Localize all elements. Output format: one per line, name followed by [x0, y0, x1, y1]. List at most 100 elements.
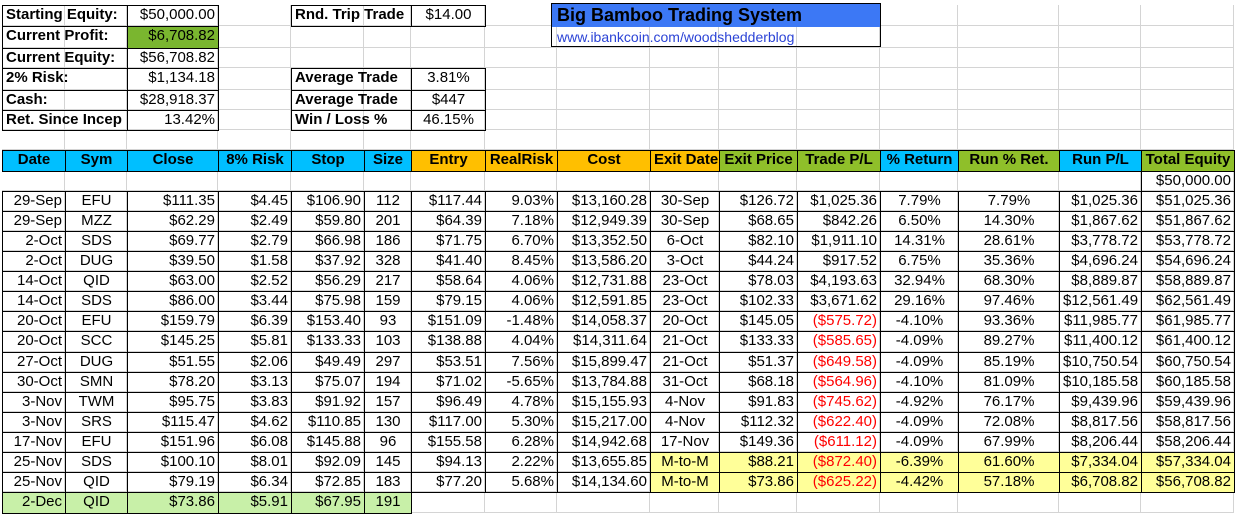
table-cell[interactable]: $153.40	[291, 311, 365, 332]
table-cell[interactable]: 25-Nov	[2, 452, 66, 473]
grid-cell[interactable]	[1141, 26, 1234, 48]
summary-label[interactable]: Current Equity:	[2, 48, 128, 69]
table-cell[interactable]: $68.18	[719, 372, 798, 393]
table-cell[interactable]: $5.81	[218, 331, 292, 353]
table-cell[interactable]: ($575.72)	[797, 311, 881, 332]
grid-cell[interactable]	[557, 171, 650, 191]
table-cell[interactable]: $12,591.85	[557, 291, 651, 312]
grid-cell[interactable]	[485, 26, 557, 48]
table-cell[interactable]: EFU	[65, 311, 128, 332]
grid-cell[interactable]	[557, 68, 650, 90]
table-cell[interactable]: 3-Oct	[650, 251, 720, 272]
table-cell[interactable]: $75.07	[291, 372, 365, 393]
table-cell[interactable]: 159	[364, 291, 412, 312]
table-cell[interactable]: $100.10	[127, 452, 219, 473]
table-cell[interactable]: $2.49	[218, 211, 292, 232]
grid-cell[interactable]	[291, 130, 364, 150]
grid-cell[interactable]	[797, 48, 880, 68]
table-cell[interactable]: $58,206.44	[1141, 432, 1235, 453]
grid-cell[interactable]	[485, 110, 557, 130]
table-cell[interactable]: $110.85	[291, 412, 365, 433]
table-cell[interactable]: $1.58	[218, 251, 292, 272]
table-cell[interactable]: $2.52	[218, 271, 292, 292]
table-cell[interactable]: $79.19	[127, 472, 219, 493]
table-cell[interactable]: $69.77	[127, 231, 219, 252]
summary-value[interactable]: $1,134.18	[127, 68, 219, 91]
table-cell[interactable]: $71.02	[411, 372, 486, 393]
table-cell[interactable]: $82.10	[719, 231, 798, 252]
table-cell[interactable]: SDS	[65, 452, 128, 473]
table-cell[interactable]: SMN	[65, 372, 128, 393]
table-cell[interactable]: $63.00	[127, 271, 219, 292]
table-cell[interactable]: ($745.62)	[797, 392, 881, 413]
table-cell[interactable]: EFU	[65, 191, 128, 212]
grid-cell[interactable]	[880, 5, 958, 26]
table-cell[interactable]: 4-Nov	[650, 412, 720, 433]
table-cell[interactable]: -6.39%	[880, 452, 959, 473]
table-cell[interactable]: 145	[364, 452, 412, 473]
table-cell[interactable]: 28.61%	[958, 231, 1060, 252]
grid-cell[interactable]	[650, 68, 719, 90]
grid-cell[interactable]	[1141, 90, 1234, 110]
table-cell[interactable]: $117.44	[411, 191, 486, 212]
grid-cell[interactable]	[364, 48, 411, 68]
table-cell[interactable]: $10,750.54	[1059, 352, 1142, 373]
summary-value[interactable]: $28,918.37	[127, 90, 219, 111]
grid-cell[interactable]	[1059, 130, 1141, 150]
table-cell[interactable]: 14-Oct	[2, 271, 66, 292]
table-cell[interactable]: $3.44	[218, 291, 292, 312]
table-cell[interactable]: $11,985.77	[1059, 311, 1142, 332]
table-cell[interactable]: M-to-M	[650, 452, 720, 473]
table-cell[interactable]: 201	[364, 211, 412, 232]
table-cell[interactable]: $57,334.04	[1141, 452, 1235, 473]
summary-label[interactable]: Ret. Since Incep	[2, 110, 128, 131]
grid-cell[interactable]	[557, 130, 650, 150]
summary-value[interactable]: 3.81%	[411, 68, 486, 91]
table-cell[interactable]: 23-Oct	[650, 291, 720, 312]
grid-cell[interactable]	[411, 171, 485, 191]
column-header[interactable]: Total Equity	[1141, 150, 1235, 172]
table-cell[interactable]: $51,025.36	[1141, 191, 1235, 212]
table-cell[interactable]: $8,206.44	[1059, 432, 1142, 453]
table-cell[interactable]: $159.79	[127, 311, 219, 332]
table-cell[interactable]: 32.94%	[880, 271, 959, 292]
grid-cell[interactable]	[127, 130, 218, 150]
table-cell[interactable]: $155.58	[411, 432, 486, 453]
grid-cell[interactable]	[291, 171, 364, 191]
table-cell[interactable]: $12,731.88	[557, 271, 651, 292]
grid-cell[interactable]	[650, 171, 719, 191]
grid-cell[interactable]	[364, 26, 411, 48]
table-cell[interactable]: 4.06%	[485, 291, 558, 312]
table-cell[interactable]: $72.85	[291, 472, 365, 493]
table-cell[interactable]: 6.70%	[485, 231, 558, 252]
grid-cell[interactable]	[958, 110, 1059, 130]
grid-cell[interactable]	[291, 48, 364, 68]
table-cell[interactable]: SDS	[65, 231, 128, 252]
column-header[interactable]: Cost	[557, 150, 651, 172]
grid-cell[interactable]	[557, 48, 650, 68]
table-cell[interactable]: $1,911.10	[797, 231, 881, 252]
column-header[interactable]: Run P/L	[1059, 150, 1142, 172]
grid-cell[interactable]	[650, 48, 719, 68]
summary-label[interactable]: Starting Equity:	[2, 5, 128, 27]
table-cell[interactable]: 21-Oct	[650, 331, 720, 353]
table-cell[interactable]: $145.88	[291, 432, 365, 453]
column-header[interactable]: 8% Risk	[218, 150, 292, 172]
grid-cell[interactable]	[1059, 90, 1141, 110]
summary-label[interactable]: 2% Risk:	[2, 68, 128, 91]
pending-cell[interactable]: $5.91	[218, 492, 292, 514]
summary-label[interactable]: Win / Loss %	[291, 110, 412, 131]
summary-value[interactable]: 46.15%	[411, 110, 486, 131]
table-cell[interactable]: $86.00	[127, 291, 219, 312]
grid-cell[interactable]	[65, 130, 127, 150]
table-cell[interactable]: $61,400.12	[1141, 331, 1235, 353]
table-cell[interactable]: $53.51	[411, 352, 486, 373]
grid-cell[interactable]	[797, 492, 880, 513]
table-cell[interactable]: $3,671.62	[797, 291, 881, 312]
grid-cell[interactable]	[127, 171, 218, 191]
table-cell[interactable]: 27-Oct	[2, 352, 66, 373]
summary-value[interactable]: $6,708.82	[127, 26, 219, 49]
table-cell[interactable]: $7,334.04	[1059, 452, 1142, 473]
table-cell[interactable]: 57.18%	[958, 472, 1060, 493]
grid-cell[interactable]	[485, 171, 557, 191]
